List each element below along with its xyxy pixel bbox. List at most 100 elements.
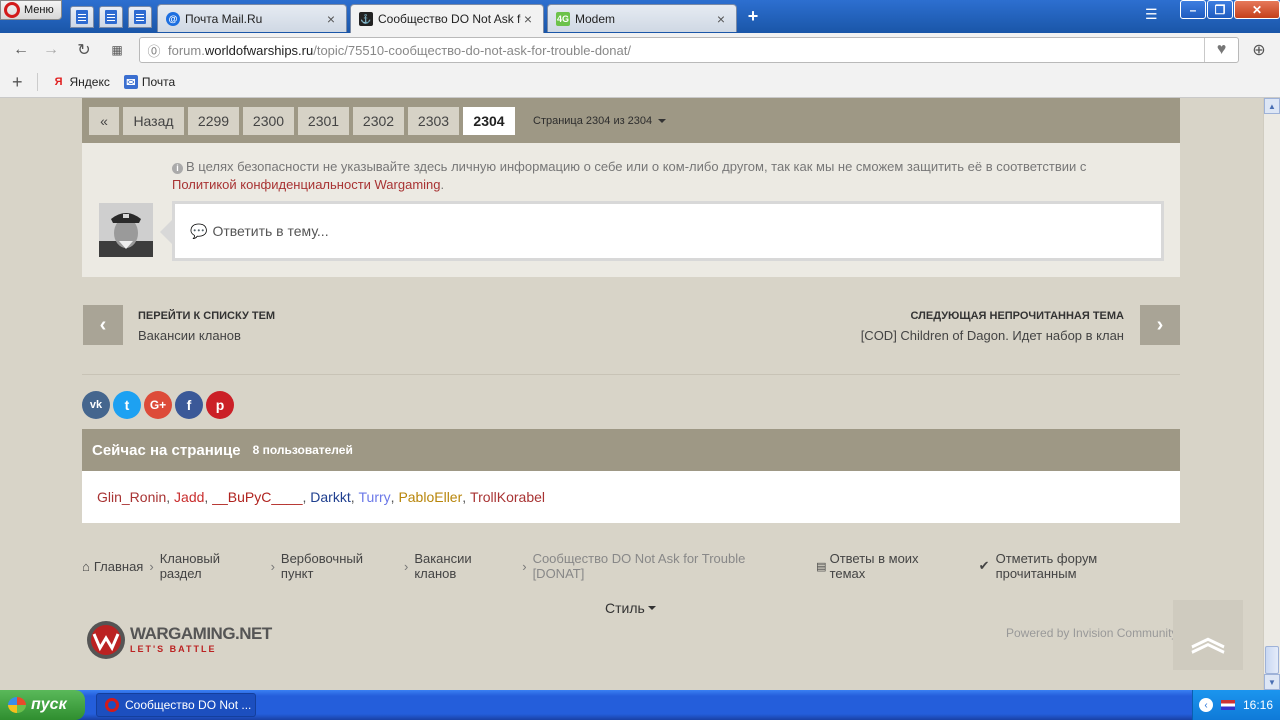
breadcrumb-item[interactable]: Вакансии кланов: [414, 551, 516, 581]
new-tab-button[interactable]: +: [742, 6, 764, 26]
wargaming-logo[interactable]: WARGAMING.NET LET'S BATTLE: [84, 618, 274, 668]
online-user-link[interactable]: Jadd: [174, 489, 204, 505]
next-topic-sub[interactable]: [COD] Children of Dagon. Идет набор в кл…: [861, 328, 1124, 343]
double-chevron-up-icon: ︽: [1191, 619, 1225, 658]
first-page-button[interactable]: «: [89, 106, 119, 135]
tab-menu-icon[interactable]: ☰: [1145, 6, 1158, 23]
tab-mailru[interactable]: @ Почта Mail.Ru ×: [157, 4, 347, 32]
page-2303-button[interactable]: 2303: [408, 106, 459, 135]
yandex-icon: Я: [54, 76, 63, 88]
chevron-down-icon: [647, 606, 656, 610]
comment-icon: 💬: [190, 222, 208, 239]
pinterest-icon[interactable]: p: [206, 391, 234, 419]
style-selector[interactable]: Стиль: [605, 600, 656, 616]
breadcrumb-current: Сообщество DO Not Ask for Trouble [DONAT…: [532, 551, 746, 581]
page-2301-button[interactable]: 2301: [298, 106, 349, 135]
chevron-left-icon: ‹: [99, 313, 107, 336]
online-user-link[interactable]: Glin_Ronin: [97, 489, 166, 505]
breadcrumb-item[interactable]: Вербовочный пункт: [281, 551, 398, 581]
scrollbar-thumb[interactable]: [1265, 646, 1279, 674]
page-2299-button[interactable]: 2299: [188, 106, 239, 135]
pagination-bar: « Назад 2299 2300 2301 2302 2303 2304 Ст…: [82, 98, 1180, 143]
bookmark-label: Яндекс: [69, 75, 110, 89]
close-window-button[interactable]: ✕: [1234, 0, 1280, 19]
scroll-to-top-button[interactable]: ︽: [1173, 600, 1243, 670]
replies-link[interactable]: Ответы в моих темах: [830, 551, 957, 581]
speed-dial-icon[interactable]: ▦: [106, 40, 128, 60]
taskbar-window-button[interactable]: Сообщество DO Not ...: [96, 693, 256, 717]
bookmark-yandex[interactable]: Я Яндекс: [52, 75, 110, 89]
google-plus-icon[interactable]: G+: [144, 391, 172, 419]
prev-topic-sub[interactable]: Вакансии кланов: [138, 328, 241, 343]
next-topic-title[interactable]: СЛЕДУЮЩАЯ НЕПРОЧИТАННАЯ ТЕМА: [911, 310, 1125, 322]
pinned-tab-2[interactable]: [99, 6, 123, 28]
tray-expand-icon[interactable]: ‹: [1199, 698, 1213, 712]
online-user-link[interactable]: TrollKorabel: [470, 489, 545, 505]
prev-topic-list-button[interactable]: ‹: [83, 305, 123, 345]
4g-icon: 4G: [556, 11, 570, 26]
close-icon[interactable]: ×: [714, 11, 728, 27]
address-bar[interactable]: ⓪ forum.worldofwarships.ru/topic/75510-с…: [139, 37, 1239, 63]
twitter-icon[interactable]: t: [113, 391, 141, 419]
mailru-icon: @: [166, 11, 180, 26]
page-2302-button[interactable]: 2302: [353, 106, 404, 135]
download-icon[interactable]: ⊕: [1248, 40, 1270, 60]
chevron-right-icon: ›: [522, 558, 527, 574]
online-user-link[interactable]: PabloEller: [398, 489, 462, 505]
breadcrumb-home[interactable]: Главная: [94, 559, 143, 574]
page-scrollbar[interactable]: ▲ ▼: [1263, 98, 1280, 690]
breadcrumb: ⌂ Главная › Клановый раздел › Вербовочный …: [82, 551, 1180, 581]
online-user-link[interactable]: Darkkt: [310, 489, 350, 505]
avatar[interactable]: [99, 203, 153, 257]
close-icon[interactable]: ×: [521, 11, 535, 27]
reply-area: iВ целях безопасности не указывайте здес…: [82, 143, 1180, 277]
chevron-right-icon: ›: [149, 558, 154, 574]
pinned-tab-3[interactable]: [128, 6, 152, 28]
chevron-right-icon: ›: [403, 558, 409, 574]
scroll-up-icon[interactable]: ▲: [1264, 98, 1280, 114]
url-text[interactable]: forum.worldofwarships.ru/topic/75510-соо…: [168, 43, 1204, 58]
forward-icon[interactable]: →: [40, 40, 62, 60]
close-icon[interactable]: ×: [324, 11, 338, 27]
tab-modem[interactable]: 4G Modem ×: [547, 4, 737, 32]
reply-input[interactable]: 💬 Ответить в тему...: [172, 201, 1164, 261]
clock[interactable]: 16:16: [1243, 698, 1273, 712]
start-button[interactable]: пуск: [0, 690, 85, 720]
back-icon[interactable]: ←: [10, 40, 32, 60]
breadcrumb-item[interactable]: Клановый раздел: [160, 551, 265, 581]
online-user-link[interactable]: Turry: [359, 489, 391, 505]
page-jump-dropdown[interactable]: Страница 2304 из 2304: [533, 115, 667, 127]
tab-title: Почта Mail.Ru: [185, 11, 263, 26]
page-2300-button[interactable]: 2300: [243, 106, 294, 135]
scroll-down-icon[interactable]: ▼: [1264, 674, 1280, 690]
mark-read-link[interactable]: Отметить форум прочитанным: [996, 551, 1180, 581]
vk-icon[interactable]: vk: [82, 391, 110, 419]
social-share-bar: vk t G+ f p: [82, 391, 234, 419]
system-tray: ‹ 16:16: [1192, 690, 1280, 720]
prev-topic-title[interactable]: ПЕРЕЙТИ К СПИСКУ ТЕМ: [138, 310, 275, 322]
us-flag-icon[interactable]: [1221, 700, 1235, 710]
info-icon: i: [172, 163, 183, 174]
online-users-count: 8 пользователей: [252, 443, 353, 457]
bookmark-label: Почта: [141, 75, 176, 89]
reply-placeholder: Ответить в тему...: [212, 223, 329, 239]
back-page-button[interactable]: Назад: [123, 106, 184, 135]
reload-icon[interactable]: ↻: [73, 40, 95, 60]
browser-tab-bar: Меню @ Почта Mail.Ru × ⚓ Сообщество DO N…: [0, 0, 1280, 33]
powered-by-link[interactable]: Powered by Invision Community: [1006, 626, 1177, 640]
privacy-policy-link[interactable]: Политикой конфиденциальности Wargaming: [172, 177, 441, 192]
add-bookmark-button[interactable]: +: [12, 72, 23, 93]
next-unread-topic-button[interactable]: ›: [1140, 305, 1180, 345]
facebook-icon[interactable]: f: [175, 391, 203, 419]
maximize-button[interactable]: ❐: [1207, 0, 1233, 19]
opera-menu-button[interactable]: Меню: [0, 0, 62, 20]
minimize-button[interactable]: –: [1180, 0, 1206, 19]
tab-wows-forum[interactable]: ⚓ Сообщество DO Not Ask for ×: [350, 4, 544, 33]
bookmark-heart-icon[interactable]: ♥: [1204, 38, 1238, 62]
pinned-tab-1[interactable]: [70, 6, 94, 28]
bookmark-mail[interactable]: ✉ Почта: [123, 75, 176, 89]
page-2304-current[interactable]: 2304: [463, 106, 515, 135]
online-user-link[interactable]: __BuPyC____: [212, 489, 302, 505]
site-info-icon[interactable]: ⓪: [140, 41, 168, 60]
document-icon: [105, 10, 117, 24]
